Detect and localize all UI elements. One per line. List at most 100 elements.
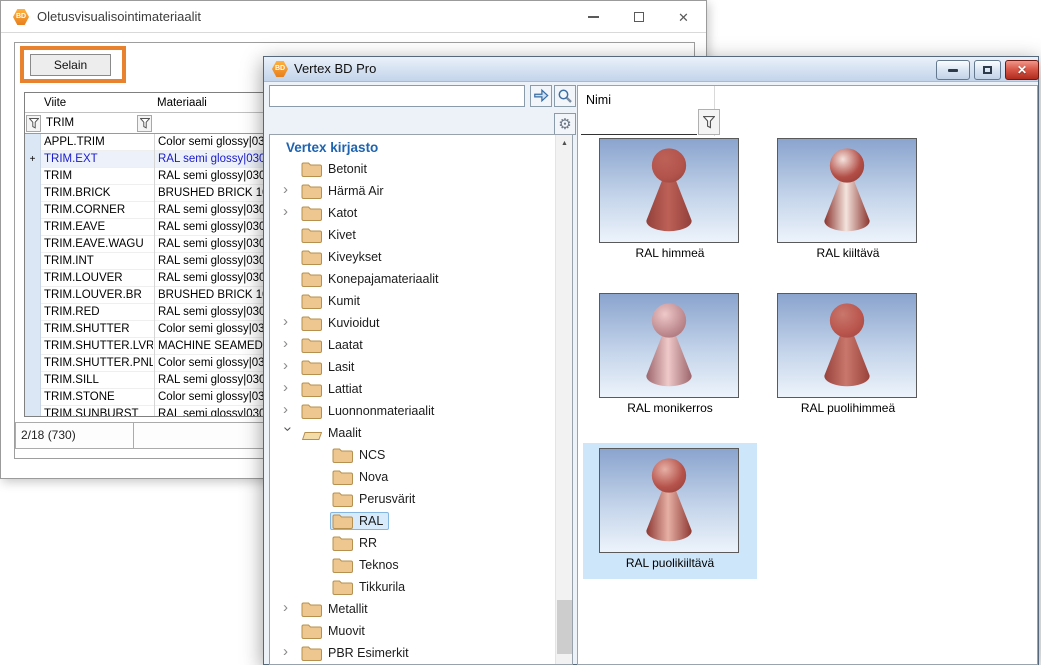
cell-viite: TRIM.SHUTTER (42, 321, 153, 338)
front-window-titlebar: BD Vertex BD Pro ✕ (264, 57, 1038, 82)
tree-item-label: Kumit (328, 294, 360, 308)
settings-button[interactable]: ⚙ (554, 113, 576, 135)
material-item[interactable]: RAL himmeä (583, 133, 757, 269)
nimi-filter-button[interactable] (698, 109, 720, 135)
tree-scrollbar[interactable]: ▲ (555, 135, 572, 664)
folder-icon (301, 161, 322, 177)
tree-item-label: PBR Esimerkit (328, 646, 409, 660)
tree-item[interactable]: Perusvärit (270, 488, 555, 510)
tree-item[interactable]: Konepajamateriaalit (270, 268, 555, 290)
cell-viite: TRIM.RED (42, 304, 153, 321)
material-item[interactable]: RAL kiiltävä (761, 133, 935, 269)
chevron-icon[interactable]: › (283, 644, 295, 659)
close-button[interactable]: ✕ (661, 1, 706, 33)
tree-item-label: RR (359, 536, 377, 550)
row-marker (25, 253, 41, 270)
material-item[interactable]: RAL monikerros (583, 288, 757, 424)
cell-viite: TRIM.INT (42, 253, 153, 270)
tree-node: Kivet (299, 226, 362, 244)
tree-item[interactable]: › Maalit (270, 422, 555, 444)
tree-item[interactable]: › Lasit (270, 356, 555, 378)
minimize-button[interactable] (936, 60, 970, 80)
tree-item[interactable]: RR (270, 532, 555, 554)
tree-item[interactable]: › Luonnonmateriaalit (270, 400, 555, 422)
viite-filter-input[interactable]: TRIM (44, 113, 74, 134)
cell-viite: TRIM.SHUTTER.PNL (42, 355, 153, 372)
tree-node: Tikkurila (330, 578, 411, 596)
column-header-materiaali[interactable]: Materiaali (154, 93, 207, 113)
row-marker (25, 355, 41, 372)
gutter-funnel-icon[interactable] (26, 115, 41, 132)
tree-item[interactable]: Kiveykset (270, 246, 555, 268)
tree-items: Betonit › Härmä Air › Katot (270, 158, 555, 664)
tree-item[interactable]: Betonit (270, 158, 555, 180)
folder-icon (332, 535, 353, 551)
library-tree-panel: Vertex kirjasto Betonit › Härmä Air › (269, 134, 573, 665)
tree-item[interactable]: RAL (270, 510, 555, 532)
chevron-icon[interactable]: › (283, 358, 295, 373)
folder-icon (301, 403, 322, 419)
chevron-icon[interactable]: › (283, 380, 295, 395)
browse-button[interactable]: Selain (30, 54, 111, 76)
search-button[interactable] (554, 85, 576, 107)
chevron-icon[interactable]: › (283, 204, 295, 219)
pawn-image (600, 139, 738, 242)
folder-icon (301, 183, 322, 199)
tree-item[interactable]: Kivet (270, 224, 555, 246)
chevron-icon[interactable]: › (283, 314, 295, 329)
arrow-right-icon (532, 88, 550, 104)
chevron-icon[interactable]: › (283, 600, 295, 615)
maximize-button[interactable] (616, 1, 661, 33)
tree-item[interactable]: › Metallit (270, 598, 555, 620)
tree-item-label: Nova (359, 470, 388, 484)
column-header-viite[interactable]: Viite (42, 93, 153, 113)
chevron-icon[interactable]: › (283, 402, 295, 417)
folder-icon (301, 425, 322, 441)
tree-item[interactable]: › Katot (270, 202, 555, 224)
search-input[interactable] (269, 85, 525, 107)
tree-item-label: NCS (359, 448, 385, 462)
desktop: BD Oletusvisualisointimateriaalit ✕ Sela… (0, 0, 1041, 665)
tree-item-label: Metallit (328, 602, 368, 616)
tree-item[interactable]: Muovit (270, 620, 555, 642)
tree-item[interactable]: NCS (270, 444, 555, 466)
folder-icon (301, 645, 322, 661)
list-column-header-nimi[interactable]: Nimi (586, 93, 611, 107)
chevron-icon[interactable]: › (283, 336, 295, 351)
material-item[interactable]: RAL puolihimmeä (761, 288, 935, 424)
viite-filter-button[interactable] (137, 115, 152, 132)
cell-viite: TRIM.EAVE (42, 219, 153, 236)
tree-item-label: Tikkurila (359, 580, 405, 594)
folder-icon (332, 469, 353, 485)
chevron-icon[interactable]: › (281, 427, 296, 439)
tree-item[interactable]: › Laatat (270, 334, 555, 356)
folder-icon (332, 447, 353, 463)
tree-item[interactable]: › PBR Esimerkit (270, 642, 555, 664)
tree-item[interactable]: Tikkurila (270, 576, 555, 598)
scroll-thumb[interactable] (557, 600, 572, 654)
tree-item[interactable]: Kumit (270, 290, 555, 312)
pawn-image (778, 139, 916, 242)
tree-item[interactable]: › Lattiat (270, 378, 555, 400)
restore-button[interactable] (974, 60, 1001, 80)
row-marker (25, 389, 41, 406)
scroll-up-button[interactable]: ▲ (556, 135, 573, 152)
minimize-button[interactable] (571, 1, 616, 33)
cell-viite: TRIM.CORNER (42, 202, 153, 219)
row-marker (25, 236, 41, 253)
close-icon: ✕ (678, 11, 689, 24)
tree-item[interactable]: › Härmä Air (270, 180, 555, 202)
tree-node: Muovit (299, 622, 371, 640)
close-button[interactable]: ✕ (1005, 60, 1039, 80)
folder-icon (301, 381, 322, 397)
tree-item[interactable]: › Kuvioidut (270, 312, 555, 334)
tree-item[interactable]: Teknos (270, 554, 555, 576)
pawn-image (600, 449, 738, 552)
go-button[interactable] (530, 85, 552, 107)
row-marker (25, 321, 41, 338)
tree-item-label: RAL (359, 514, 383, 528)
close-icon: ✕ (1017, 64, 1027, 76)
material-item[interactable]: RAL puolikiiltävä (583, 443, 757, 579)
chevron-icon[interactable]: › (283, 182, 295, 197)
tree-item[interactable]: Nova (270, 466, 555, 488)
